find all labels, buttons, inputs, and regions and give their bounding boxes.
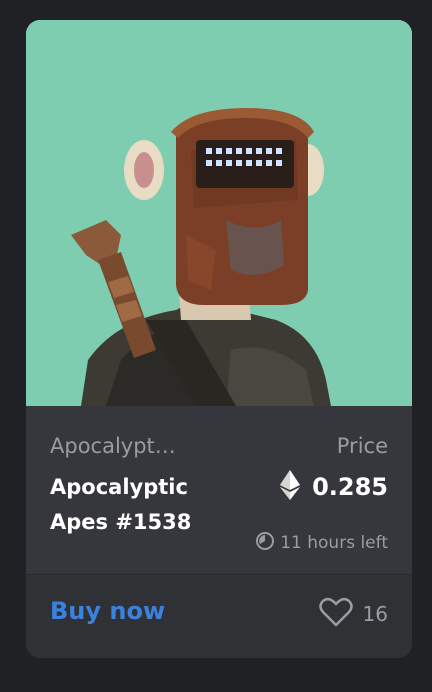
card-footer: Buy now 16: [26, 575, 412, 658]
heart-icon[interactable]: [318, 597, 353, 631]
ape-artwork-illustration: [26, 20, 412, 406]
nft-info-section: Apocalypt… Apocalyptic Apes #1538 Price …: [26, 406, 412, 594]
time-left-row: 11 hours left: [256, 532, 388, 554]
price-row: 0.285: [280, 470, 388, 504]
likes-count: 16: [362, 602, 388, 626]
ethereum-icon: [280, 470, 301, 504]
collection-name[interactable]: Apocalypt…: [50, 434, 220, 458]
price-value: 0.285: [312, 473, 388, 501]
nft-card[interactable]: Apocalypt… Apocalyptic Apes #1538 Price …: [26, 20, 412, 658]
time-left: 11 hours left: [280, 533, 388, 553]
buy-now-button[interactable]: Buy now: [50, 597, 165, 625]
clock-icon: [256, 532, 275, 554]
nft-name[interactable]: Apocalyptic Apes #1538: [50, 470, 240, 540]
price-label: Price: [336, 434, 388, 458]
like-button[interactable]: 16: [318, 597, 388, 631]
nft-artwork-image[interactable]: [26, 20, 412, 406]
